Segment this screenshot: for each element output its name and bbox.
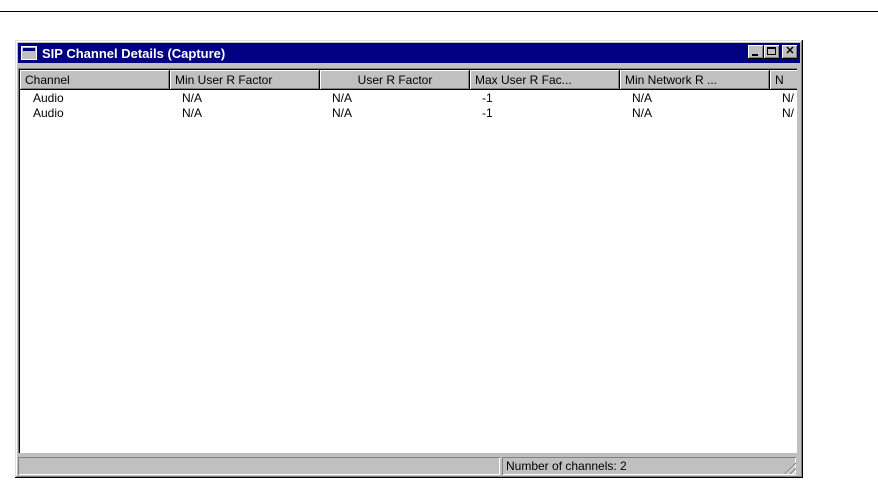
column-header-user-r-factor[interactable]: User R Factor [320,70,470,90]
status-channel-count: Number of channels: 2 [502,457,796,475]
cell-channel: Audio [33,106,64,120]
cell-min-network-r: N/A [632,106,653,120]
column-header-channel[interactable]: Channel [20,70,170,90]
status-bar: Number of channels: 2 [18,456,797,475]
table-row[interactable]: Audio N/A N/A -1 N/A N/ [20,91,797,106]
title-bar[interactable]: SIP Channel Details (Capture) ✕ [18,43,800,63]
channel-list[interactable]: Channel Min User R Factor User R Factor … [18,68,797,453]
window-icon[interactable] [21,46,37,60]
cell-user-r-factor: N/A [332,91,353,105]
sip-channel-details-window: SIP Channel Details (Capture) ✕ Channel … [15,40,803,478]
cell-partial: N/ [782,91,794,105]
table-body: Audio N/A N/A -1 N/A N/ Audio N/A N/A -1… [20,91,797,121]
cell-min-network-r: N/A [632,91,653,105]
column-header-min-network-r[interactable]: Min Network R ... [620,70,770,90]
maximize-button[interactable] [764,45,780,59]
maximize-icon [767,47,776,55]
cell-partial: N/ [782,106,794,120]
cell-max-user-r-factor: -1 [482,106,493,120]
top-divider [0,11,878,12]
column-header-max-user-r-factor[interactable]: Max User R Fac... [470,70,620,90]
column-header-row: Channel Min User R Factor User R Factor … [20,70,797,90]
table-row[interactable]: Audio N/A N/A -1 N/A N/ [20,106,797,121]
cell-channel: Audio [33,91,64,105]
window-title: SIP Channel Details (Capture) [42,45,226,61]
minimize-icon [752,54,758,56]
caption-buttons: ✕ [748,45,798,59]
cell-max-user-r-factor: -1 [482,91,493,105]
cell-user-r-factor: N/A [332,106,353,120]
close-button[interactable]: ✕ [782,45,798,59]
status-pane-main [18,457,500,475]
cell-min-user-r-factor: N/A [182,91,203,105]
column-header-partial[interactable]: N [770,70,797,90]
minimize-button[interactable] [748,45,764,59]
resize-grip-icon[interactable] [783,461,796,474]
cell-min-user-r-factor: N/A [182,106,203,120]
close-icon: ✕ [785,45,795,57]
column-header-min-user-r-factor[interactable]: Min User R Factor [170,70,320,90]
